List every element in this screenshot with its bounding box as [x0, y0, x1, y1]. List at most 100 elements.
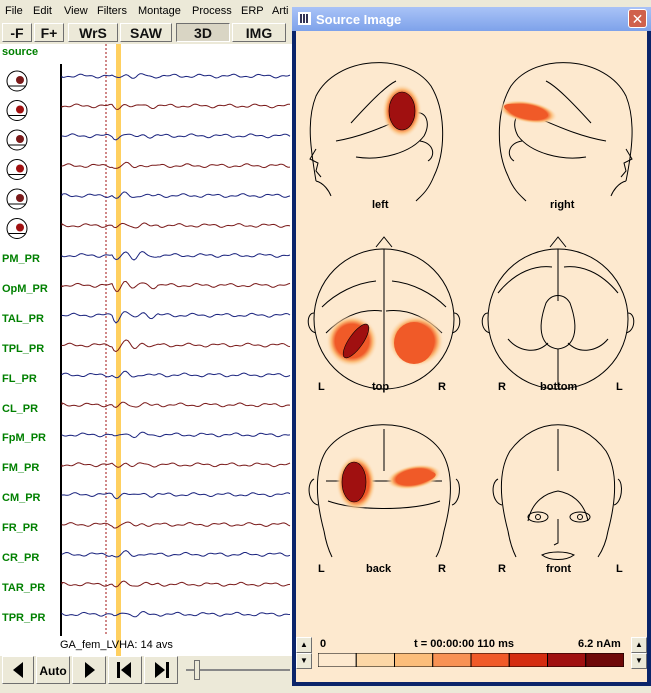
channel-label: CM_PR [2, 492, 41, 505]
step-back-icon [117, 662, 131, 678]
slider-thumb[interactable] [194, 660, 200, 680]
scale-max: 6.2 nAm [578, 638, 621, 650]
bottom-toolbar: Auto [0, 656, 292, 686]
colorbar-segment [394, 653, 434, 667]
source-dipole-icon[interactable] [6, 188, 28, 210]
channel-label: OpM_PR [2, 282, 48, 295]
label-bottom-R: R [498, 381, 506, 393]
eeg-trace [61, 73, 291, 79]
channel-label: FL_PR [2, 372, 37, 385]
menu-arti[interactable]: Arti [272, 5, 289, 17]
channel-label: CR_PR [2, 552, 40, 564]
step-back-button[interactable] [108, 656, 142, 684]
eeg-trace [61, 311, 291, 324]
scroll-up-button[interactable]: ▲ [296, 637, 312, 653]
eeg-trace [61, 191, 291, 199]
menu-file[interactable]: File [5, 5, 23, 17]
source-image-window: Source Image ✕ left right L top R R bott… [292, 7, 651, 686]
saw-button[interactable]: SAW [120, 23, 172, 42]
label-back-R: R [438, 563, 446, 575]
source-dipole-icon[interactable] [6, 129, 28, 151]
eeg-trace-panel: source PM_PR OpM_PR TAL_PR TPL_PR FL_PR CL_PR… [0, 44, 292, 656]
source-dipole-icon[interactable] [6, 70, 28, 92]
img-button[interactable]: IMG [232, 23, 286, 42]
menu-montage[interactable]: Montage [138, 5, 181, 17]
window-icon [298, 12, 311, 25]
scroll-down-button[interactable]: ▼ [296, 653, 312, 669]
label-bottom-L: L [616, 381, 623, 393]
menu-view[interactable]: View [64, 5, 88, 17]
colorbar-segment [318, 653, 357, 667]
play-back-icon [13, 662, 23, 678]
head-left-view [309, 62, 444, 202]
channel-label: FM_PR [2, 462, 40, 475]
auto-button[interactable]: Auto [36, 656, 70, 684]
channel-label: TPL_PR [2, 342, 45, 355]
channel-label: TAR_PR [2, 581, 46, 594]
source-dipole-icon[interactable] [6, 100, 28, 121]
next-button[interactable] [72, 656, 106, 684]
menu-filters[interactable]: Filters [97, 5, 127, 17]
step-forward-button[interactable] [144, 656, 178, 684]
colorbar-segment [547, 653, 587, 667]
status-line: GA_fem_LVHA: 14 avs [60, 639, 173, 651]
window-title: Source Image [316, 12, 402, 27]
eeg-trace [61, 280, 291, 292]
time-readout: t = 00:00:00 110 ms [414, 638, 514, 650]
colorbar-segment [470, 653, 510, 667]
scale-min: 0 [320, 638, 327, 650]
head-back-view [308, 424, 460, 558]
source-dipole-icon[interactable] [6, 159, 28, 180]
head-front-view [492, 424, 622, 560]
eeg-trace [61, 370, 291, 379]
minus-f-button[interactable]: -F [2, 23, 32, 42]
window-titlebar[interactable]: Source Image ✕ [292, 7, 651, 31]
channel-label: TAL_PR [2, 312, 44, 325]
source-dipole-icon[interactable] [6, 218, 28, 239]
scale-panel: ▲ ▼ 0 t = 00:00:00 110 ms 6.2 nAm ▲ ▼ [296, 633, 647, 682]
close-button[interactable]: ✕ [628, 9, 647, 28]
label-left-view: left [372, 199, 389, 211]
menu-erp[interactable]: ERP [241, 5, 264, 17]
wrs-button[interactable]: WrS [68, 23, 118, 42]
source-image-canvas: left right L top R R bottom L L back R R… [296, 31, 647, 633]
eeg-trace [61, 161, 291, 169]
eeg-trace [61, 250, 291, 261]
eeg-trace [61, 431, 291, 439]
eeg-trace [61, 401, 291, 408]
channel-label: FR_PR [2, 522, 39, 535]
eeg-trace [61, 521, 291, 529]
channel-label: PM_PR [2, 253, 40, 265]
label-front-L: L [616, 563, 623, 575]
prev-button[interactable] [2, 656, 34, 684]
toolbar: -F F+ WrS SAW 3D IMG [0, 22, 300, 44]
menu-bar: File Edit View Filters Montage Process E… [0, 0, 300, 22]
colorbar-segment [355, 653, 395, 667]
label-bottom-view: bottom [540, 381, 578, 393]
colorbar-segment [432, 653, 472, 667]
source-header: source [2, 46, 39, 58]
colorbar-up-button[interactable]: ▲ [631, 637, 647, 653]
plus-f-button[interactable]: F+ [34, 23, 64, 42]
channel-label: FpM_PR [2, 432, 46, 445]
label-top-L: L [318, 381, 325, 393]
menu-process[interactable]: Process [192, 5, 232, 17]
label-back-L: L [318, 563, 325, 575]
3d-button[interactable]: 3D [176, 23, 230, 42]
position-slider[interactable] [186, 660, 290, 680]
channel-label: CL_PR [2, 402, 39, 415]
colorbar-down-button[interactable]: ▼ [631, 653, 647, 669]
label-back-view: back [366, 563, 392, 575]
head-bottom-view [481, 236, 635, 390]
colorbar-segment [585, 653, 624, 667]
eeg-trace [61, 103, 290, 111]
eeg-trace [61, 580, 291, 588]
colorbar-segment [508, 653, 548, 667]
step-forward-icon [155, 662, 169, 678]
head-views [307, 62, 635, 560]
label-right-view: right [550, 199, 575, 211]
menu-edit[interactable]: Edit [33, 5, 52, 17]
eeg-trace [61, 610, 291, 618]
label-top-R: R [438, 381, 446, 393]
eeg-trace [61, 133, 291, 141]
